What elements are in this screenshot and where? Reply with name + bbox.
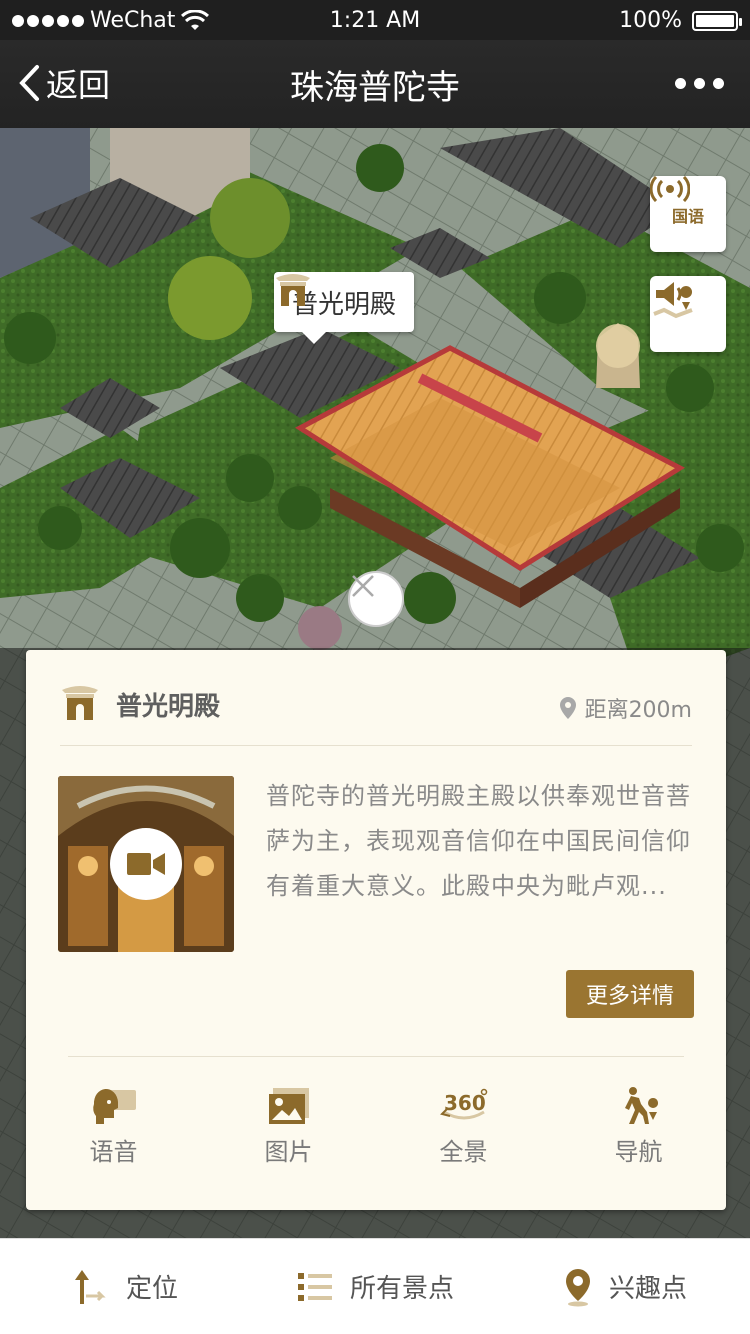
bottom-tab-bar: 定位 所有景点 兴趣点: [0, 1238, 750, 1334]
close-icon[interactable]: [348, 571, 404, 627]
battery-icon: [692, 10, 742, 31]
voice-head-icon: [92, 1088, 136, 1124]
navigation-bar: 返回 珠海普陀寺: [0, 40, 750, 128]
tab-label: 兴趣点: [608, 1274, 687, 1304]
action-label: 全景: [439, 1138, 488, 1166]
svg-text:360: 360: [444, 1091, 486, 1115]
spot-info-card: 普光明殿 距离200m 普陀寺的普光明殿主殿以供奉观世音菩萨为主，表现观音信仰在…: [26, 650, 726, 1210]
list-icon: [297, 1272, 332, 1301]
spot-title: 普光明殿: [116, 692, 221, 722]
walk-navigation-icon: [624, 1087, 658, 1124]
card-divider: [68, 1056, 684, 1057]
card-header: 普光明殿 距离200m: [60, 680, 692, 746]
action-voice[interactable]: 语音: [26, 1086, 201, 1186]
spot-description: 普陀寺的普光明殿主殿以供奉观世音菩萨为主，表现观音信仰在中国民间信仰有着重大意义…: [266, 782, 691, 900]
video-play-icon[interactable]: [110, 828, 182, 900]
language-label: 国语: [671, 207, 704, 226]
tab-all-spots[interactable]: 所有景点: [250, 1239, 500, 1334]
more-dots-icon[interactable]: [675, 78, 724, 89]
broadcast-icon: [650, 176, 690, 202]
distance-text: 距离200m: [584, 698, 692, 723]
temple-icon: [276, 274, 310, 306]
video-thumbnail[interactable]: [58, 776, 234, 952]
more-details-button[interactable]: 更多详情: [566, 970, 694, 1018]
battery-fill: [696, 14, 734, 27]
page-title: 珠海普陀寺: [290, 68, 460, 108]
speaker-map-icon[interactable]: [650, 276, 726, 352]
action-panorama[interactable]: 360 全景: [376, 1086, 551, 1186]
action-label: 导航: [614, 1138, 663, 1166]
panorama-360-icon: 360: [439, 1088, 487, 1120]
action-label: 图片: [264, 1138, 313, 1166]
battery-group: 100%: [619, 8, 742, 33]
distance-info: 距离200m: [559, 692, 692, 724]
location-pin-icon: [559, 697, 576, 719]
locate-icon: [74, 1269, 106, 1304]
battery-percent: 100%: [619, 8, 682, 33]
tab-locate[interactable]: 定位: [0, 1239, 250, 1334]
action-navigation[interactable]: 导航: [551, 1086, 726, 1186]
image-icon: [268, 1088, 309, 1124]
card-actions: 语音 图片 360 全景 导航: [26, 1086, 726, 1186]
temple-icon: [62, 686, 98, 720]
language-button[interactable]: 国语: [650, 176, 726, 252]
tab-points-of-interest[interactable]: 兴趣点: [500, 1239, 750, 1334]
action-images[interactable]: 图片: [201, 1086, 376, 1186]
status-bar: WeChat 1:21 AM 100%: [0, 0, 750, 40]
tab-label: 定位: [125, 1274, 178, 1304]
action-label: 语音: [89, 1138, 138, 1166]
map-marker-bubble[interactable]: 普光明殿: [274, 272, 415, 344]
pin-icon: [565, 1268, 590, 1306]
tab-label: 所有景点: [349, 1274, 454, 1304]
